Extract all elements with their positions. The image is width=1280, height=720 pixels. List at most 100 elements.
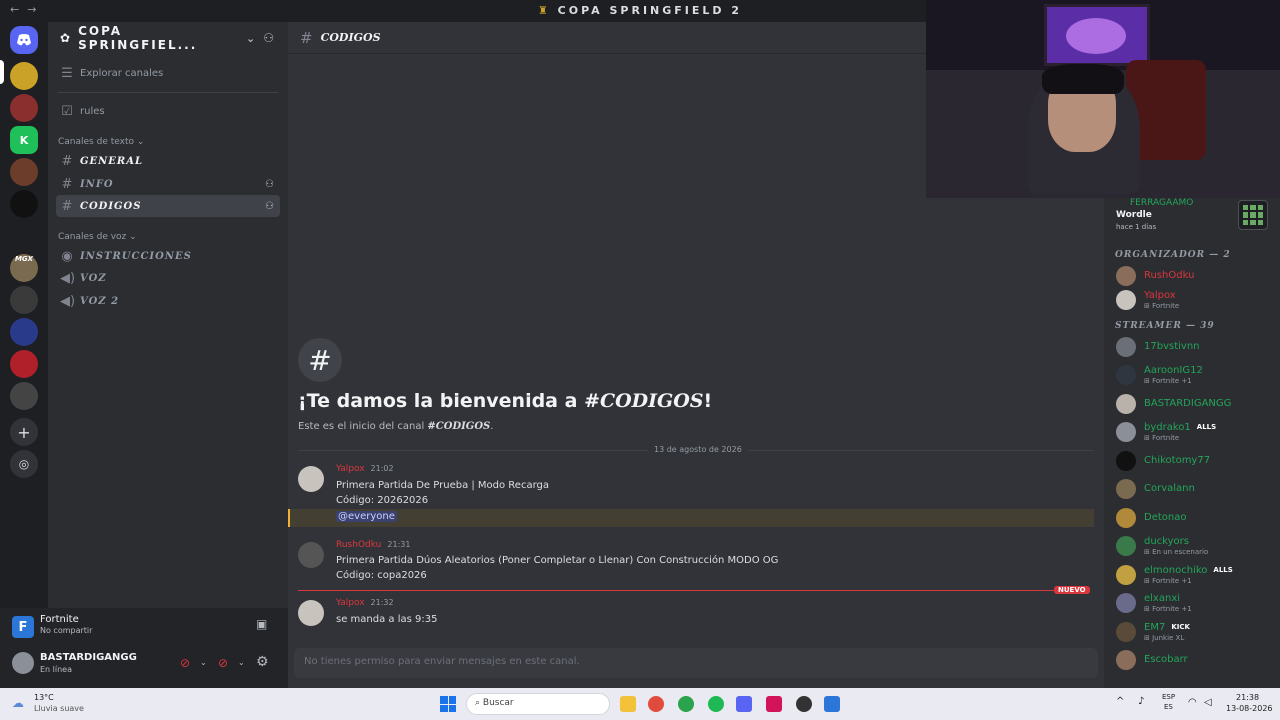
spotify-icon[interactable] bbox=[708, 696, 724, 712]
avatar bbox=[1116, 393, 1136, 414]
tag-badge: KICK bbox=[1168, 622, 1193, 631]
chevron-down-icon[interactable]: ⌄ bbox=[238, 658, 245, 667]
gamepad-icon: ⊞ bbox=[1144, 434, 1153, 442]
message-author[interactable]: RushOdku 21:31 bbox=[336, 540, 410, 550]
avatar[interactable] bbox=[12, 652, 34, 674]
message-text: Primera Partida Dúos Aleatorios (Poner C… bbox=[336, 555, 779, 566]
tiktok-icon[interactable] bbox=[766, 696, 782, 712]
member-item[interactable]: Corvalann bbox=[1116, 477, 1276, 503]
add-member-icon[interactable]: ⚇ bbox=[263, 31, 276, 45]
message-item[interactable]: Yalpox 21:32 se manda a las 9:35 bbox=[298, 598, 1094, 632]
discover-icon[interactable]: ◎ bbox=[10, 450, 38, 478]
username: BASTARDIGANGG bbox=[40, 652, 137, 663]
avatar bbox=[1116, 479, 1136, 499]
search-icon: ⌕ bbox=[475, 698, 483, 708]
avatar bbox=[1116, 450, 1136, 471]
mention-everyone[interactable]: @everyone bbox=[336, 511, 397, 522]
file-explorer-icon[interactable] bbox=[620, 696, 636, 712]
user-status: En línea bbox=[40, 665, 73, 674]
message-input[interactable]: No tienes permiso para enviar mensajes e… bbox=[294, 648, 1098, 678]
lang-indicator[interactable]: ESP bbox=[1162, 693, 1175, 701]
channel-codigos[interactable]: # CODIGOS ⚇ bbox=[56, 195, 280, 217]
mic-icon[interactable]: ♪ bbox=[1138, 696, 1144, 707]
member-item[interactable]: 17bvstivnn bbox=[1116, 335, 1276, 361]
windows-start-icon[interactable] bbox=[440, 696, 456, 712]
member-item[interactable]: bydrako1 ALLS ⊞ Fortnite bbox=[1116, 420, 1276, 446]
avatar[interactable] bbox=[298, 600, 324, 626]
share-screen-icon[interactable]: ▣ bbox=[256, 617, 267, 631]
server-icon[interactable] bbox=[10, 382, 38, 410]
member-item[interactable]: duckyors ⊞ En un escenario bbox=[1116, 534, 1276, 560]
member-item[interactable]: BASTARDIGANGG bbox=[1116, 392, 1276, 418]
server-mgx[interactable]: MGX bbox=[10, 245, 38, 273]
weather-desc: Lluvia suave bbox=[34, 704, 84, 713]
invite-icon[interactable]: ⚇ bbox=[265, 201, 274, 212]
server-icon[interactable] bbox=[10, 286, 38, 314]
clock-time[interactable]: 21:38 bbox=[1236, 693, 1259, 702]
volume-icon[interactable]: ◁ bbox=[1204, 697, 1212, 708]
avatar bbox=[1116, 336, 1136, 357]
member-item[interactable]: Yalpox ⊞ Fortnite bbox=[1116, 288, 1276, 314]
avatar bbox=[1116, 536, 1136, 556]
voice-channel-voz[interactable]: ◀) VOZ bbox=[56, 267, 280, 289]
server-icon[interactable] bbox=[10, 62, 38, 90]
member-item[interactable]: elmonochiko ALLS ⊞ Fortnite +1 bbox=[1116, 563, 1276, 589]
taskbar-search[interactable]: ⌕ Buscar bbox=[466, 693, 610, 715]
channel-info[interactable]: # INFO ⚇ bbox=[56, 173, 280, 195]
avatar bbox=[1116, 266, 1136, 286]
chevron-up-icon[interactable]: ^ bbox=[1116, 696, 1124, 707]
server-icon[interactable] bbox=[10, 94, 38, 122]
browse-channels[interactable]: ☰ Explorar canales bbox=[56, 62, 280, 84]
member-item[interactable]: Escobarr bbox=[1116, 648, 1276, 674]
message-author[interactable]: Yalpox 21:32 bbox=[336, 598, 394, 608]
member-item[interactable]: FERRAGAAMO Wordle hace 1 días bbox=[1116, 198, 1276, 231]
avatar[interactable] bbox=[298, 542, 324, 568]
chrome-icon[interactable] bbox=[648, 696, 664, 712]
channel-general[interactable]: # GENERAL bbox=[56, 150, 280, 172]
category-voice[interactable]: Canales de voz ⌄ bbox=[58, 232, 137, 242]
list-icon: ☰ bbox=[61, 65, 73, 81]
server-icon[interactable] bbox=[10, 158, 38, 186]
channel-rules[interactable]: ☑ rules bbox=[56, 100, 280, 122]
clock-date[interactable]: 13-08-2026 bbox=[1226, 704, 1273, 713]
mic-muted-icon[interactable]: ⊘ bbox=[180, 656, 190, 670]
server-icon[interactable] bbox=[10, 350, 38, 378]
voice-channel-voz-2[interactable]: ◀) VOZ 2 bbox=[56, 290, 280, 312]
member-item[interactable]: AaroonIG12 ⊞ Fortnite +1 bbox=[1116, 363, 1276, 389]
member-item[interactable]: RushOdku bbox=[1116, 264, 1276, 290]
guild-header[interactable]: ✿ COPA SPRINGFIEL... ⌄ ⚇ bbox=[48, 22, 288, 54]
invite-icon[interactable]: ⚇ bbox=[265, 179, 274, 190]
server-icon[interactable]: K bbox=[10, 126, 38, 154]
member-group-header: STREAMER — 39 bbox=[1115, 320, 1215, 331]
server-rail: K MGX + ◎ bbox=[0, 22, 48, 688]
chevron-down-icon[interactable]: ⌄ bbox=[200, 658, 207, 667]
welcome-desc: Este es el inicio del canal #CODIGOS. bbox=[298, 421, 494, 432]
member-item[interactable]: Detonao bbox=[1116, 506, 1276, 532]
activity-game: Fortnite bbox=[40, 614, 79, 625]
voice-channel-instrucciones[interactable]: ◉ INSTRUCCIONES bbox=[56, 245, 280, 267]
avatar[interactable] bbox=[298, 466, 324, 492]
wordle-icon bbox=[1238, 200, 1268, 230]
tag-badge: ALLS bbox=[1193, 423, 1220, 431]
member-item[interactable]: elxanxi ⊞ Fortnite +1 bbox=[1116, 591, 1276, 617]
add-server-icon[interactable]: + bbox=[10, 418, 38, 446]
server-icon[interactable] bbox=[10, 318, 38, 346]
message-item[interactable]: RushOdku 21:31 Primera Partida Dúos Aleat… bbox=[298, 540, 1094, 590]
member-item[interactable]: Chikotomy77 bbox=[1116, 449, 1276, 475]
deafen-icon[interactable]: ⊘ bbox=[218, 656, 228, 670]
avatar bbox=[1116, 650, 1136, 670]
discord-icon[interactable] bbox=[736, 696, 752, 712]
fortnite-icon[interactable] bbox=[824, 696, 840, 712]
chevron-down-icon: ⌄ bbox=[246, 31, 258, 45]
category-text[interactable]: Canales de texto ⌄ bbox=[58, 137, 144, 147]
message-author[interactable]: Yalpox 21:02 bbox=[336, 464, 394, 474]
gear-icon[interactable]: ⚙ bbox=[256, 654, 269, 670]
server-icon[interactable] bbox=[10, 190, 38, 218]
wifi-icon[interactable]: ◠ bbox=[1188, 697, 1197, 708]
message-text: Código: 20262026 bbox=[336, 495, 429, 506]
obs-icon[interactable] bbox=[796, 696, 812, 712]
chrome-icon[interactable] bbox=[678, 696, 694, 712]
member-item[interactable]: EM7 KICK ⊞ Junkie XL bbox=[1116, 620, 1276, 646]
gamepad-icon: ⊞ bbox=[1144, 605, 1153, 613]
discord-home-icon[interactable] bbox=[10, 26, 38, 54]
